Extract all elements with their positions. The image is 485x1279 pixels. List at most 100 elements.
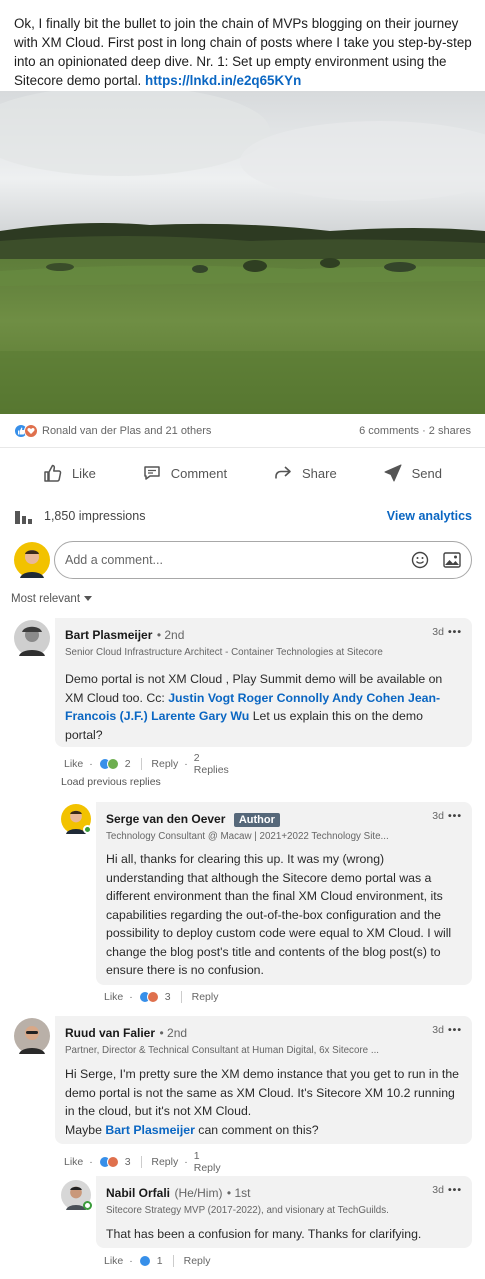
comment-like-button[interactable]: Like [104, 991, 123, 1003]
comment-reaction-icons [98, 1156, 119, 1168]
comment-icon [143, 466, 160, 480]
more-options-icon[interactable]: ••• [448, 1024, 462, 1036]
insightful-reaction-icon [106, 758, 119, 770]
social-counts: Ronald van der Plas and 21 others 6 comm… [0, 414, 485, 448]
comment-label: Comment [170, 465, 228, 481]
comment-button[interactable]: Comment [142, 463, 227, 483]
post-image[interactable] [0, 91, 485, 414]
comment-text: Hi Serge, I'm pretty sure the XM demo in… [65, 1067, 459, 1118]
image-icon[interactable] [443, 552, 461, 568]
comment-actions: Like · 3 Reply [104, 991, 219, 1003]
send-button[interactable]: Send [383, 463, 442, 483]
reply-bubble: Serge van den Oever Author Technology Co… [96, 802, 472, 985]
commenter-name[interactable]: Bart Plasmeijer [65, 628, 152, 642]
comment-actions: Like · 1 Reply [104, 1255, 211, 1267]
comment-body: Demo portal is not XM Cloud , Play Summi… [65, 670, 462, 744]
reactions-text: Ronald van der Plas and 21 others [42, 424, 212, 437]
emoji-icon[interactable] [411, 551, 429, 569]
comment-bubble: Bart Plasmeijer • 2nd Senior Cloud Infra… [55, 618, 472, 747]
comment-meta: 3d ••• [432, 1024, 462, 1036]
send-icon [384, 464, 402, 482]
load-previous-replies[interactable]: Load previous replies [61, 776, 161, 788]
comment-reply-button[interactable]: Reply [151, 1156, 178, 1168]
post-text: Ok, I finally bit the bullet to join the… [14, 14, 474, 90]
sort-label: Most relevant [11, 593, 81, 605]
love-reaction-icon [146, 991, 159, 1003]
replies-count[interactable]: 1 Reply [194, 1150, 221, 1174]
reactions[interactable]: Ronald van der Plas and 21 others [14, 423, 212, 438]
comment-meta: 3d ••• [432, 810, 462, 822]
reply-bubble: Nabil Orfali (He/Him) • 1st Sitecore Str… [96, 1176, 472, 1248]
analytics-row: 1,850 impressions View analytics [14, 505, 472, 527]
love-reaction-icon [24, 423, 38, 438]
share-label: Share [302, 465, 337, 481]
reaction-count[interactable]: 2 [125, 758, 131, 770]
reaction-count[interactable]: 1 [157, 1255, 163, 1267]
connection-degree: • 2nd [156, 628, 185, 642]
comment-reaction-icons [138, 1255, 151, 1267]
like-button[interactable]: Like [43, 463, 96, 483]
commenter-name[interactable]: Serge van den Oever [106, 812, 225, 826]
connection-degree: • 1st [226, 1186, 251, 1200]
thumbs-up-icon [44, 464, 62, 482]
send-label: Send [411, 465, 443, 481]
reaction-count[interactable]: 3 [125, 1156, 131, 1168]
love-reaction-icon [106, 1156, 119, 1168]
comment-mention[interactable]: Bart Plasmeijer [105, 1123, 195, 1137]
more-options-icon[interactable]: ••• [448, 810, 462, 822]
replies-count[interactable]: 2 Replies [194, 752, 229, 776]
connection-degree: • 2nd [159, 1026, 188, 1040]
comment-time: 3d [432, 1024, 444, 1036]
commenter-headline: Technology Consultant @ Macaw | 2021+202… [106, 831, 389, 842]
comment-like-button[interactable]: Like [104, 1255, 123, 1267]
comment-meta: 3d ••• [432, 1184, 462, 1196]
comment-time: 3d [432, 1184, 444, 1196]
comment-text-2: Maybe [65, 1122, 106, 1137]
more-options-icon[interactable]: ••• [448, 626, 462, 638]
comment-input[interactable]: Add a comment... [54, 541, 472, 579]
commenter-headline: Sitecore Strategy MVP (2017-2022), and v… [106, 1205, 389, 1216]
comment-like-button[interactable]: Like [64, 758, 83, 770]
share-arrow-icon [275, 466, 291, 479]
commenter-headline: Partner, Director & Technical Consultant… [65, 1045, 380, 1056]
view-analytics-link[interactable]: View analytics [387, 509, 472, 523]
avatar-ruud[interactable] [14, 1018, 50, 1054]
comment-reply-button[interactable]: Reply [184, 1255, 211, 1267]
comment-actions: Like · 3 Reply · 1 Reply [64, 1150, 221, 1174]
reaction-count[interactable]: 3 [165, 991, 171, 1003]
more-options-icon[interactable]: ••• [448, 1184, 462, 1196]
avatar-serge[interactable] [61, 804, 92, 834]
commenter-name[interactable]: Nabil Orfali [106, 1186, 170, 1200]
comment-reaction-icons [98, 758, 119, 770]
comment-text-2-end: can comment on this? [194, 1122, 319, 1137]
online-status-icon [83, 1201, 92, 1210]
reaction-icons [14, 423, 38, 438]
comment-like-button[interactable]: Like [64, 1156, 83, 1168]
like-reaction-icon [138, 1255, 151, 1267]
comment-body: Hi all, thanks for clearing this up. It … [106, 852, 452, 977]
caret-down-icon [84, 596, 93, 601]
comment-reaction-icons [138, 991, 159, 1003]
my-avatar[interactable] [14, 542, 50, 578]
comment-placeholder: Add a comment... [65, 553, 163, 567]
share-button[interactable]: Share [273, 463, 337, 483]
comment-body: That has been a confusion for many. Than… [106, 1227, 422, 1241]
comment-compose: Add a comment... [14, 541, 472, 579]
avatar-bart[interactable] [14, 620, 50, 656]
like-label: Like [71, 465, 96, 481]
avatar-nabil[interactable] [61, 1180, 92, 1210]
comment-meta: 3d ••• [432, 626, 462, 638]
comment-reply-button[interactable]: Reply [192, 991, 219, 1003]
comment-reply-button[interactable]: Reply [151, 758, 178, 770]
comment-time: 3d [432, 810, 444, 822]
comment-actions: Like · 2 Reply · 2 Replies [64, 752, 229, 776]
commenter-name[interactable]: Ruud van Falier [65, 1026, 155, 1040]
comments-shares[interactable]: 6 comments · 2 shares [359, 425, 471, 437]
commenter-headline: Senior Cloud Infrastructure Architect - … [65, 647, 383, 658]
sort-dropdown[interactable]: Most relevant [11, 593, 93, 605]
author-badge: Author [233, 813, 280, 827]
post-actions: Like Comment Share Send [0, 455, 485, 491]
comment-bubble: Ruud van Falier • 2nd Partner, Director … [55, 1016, 472, 1144]
post-link[interactable]: https://lnkd.in/e2q65KYn [145, 73, 301, 88]
comment-body: Hi Serge, I'm pretty sure the XM demo in… [65, 1065, 462, 1139]
